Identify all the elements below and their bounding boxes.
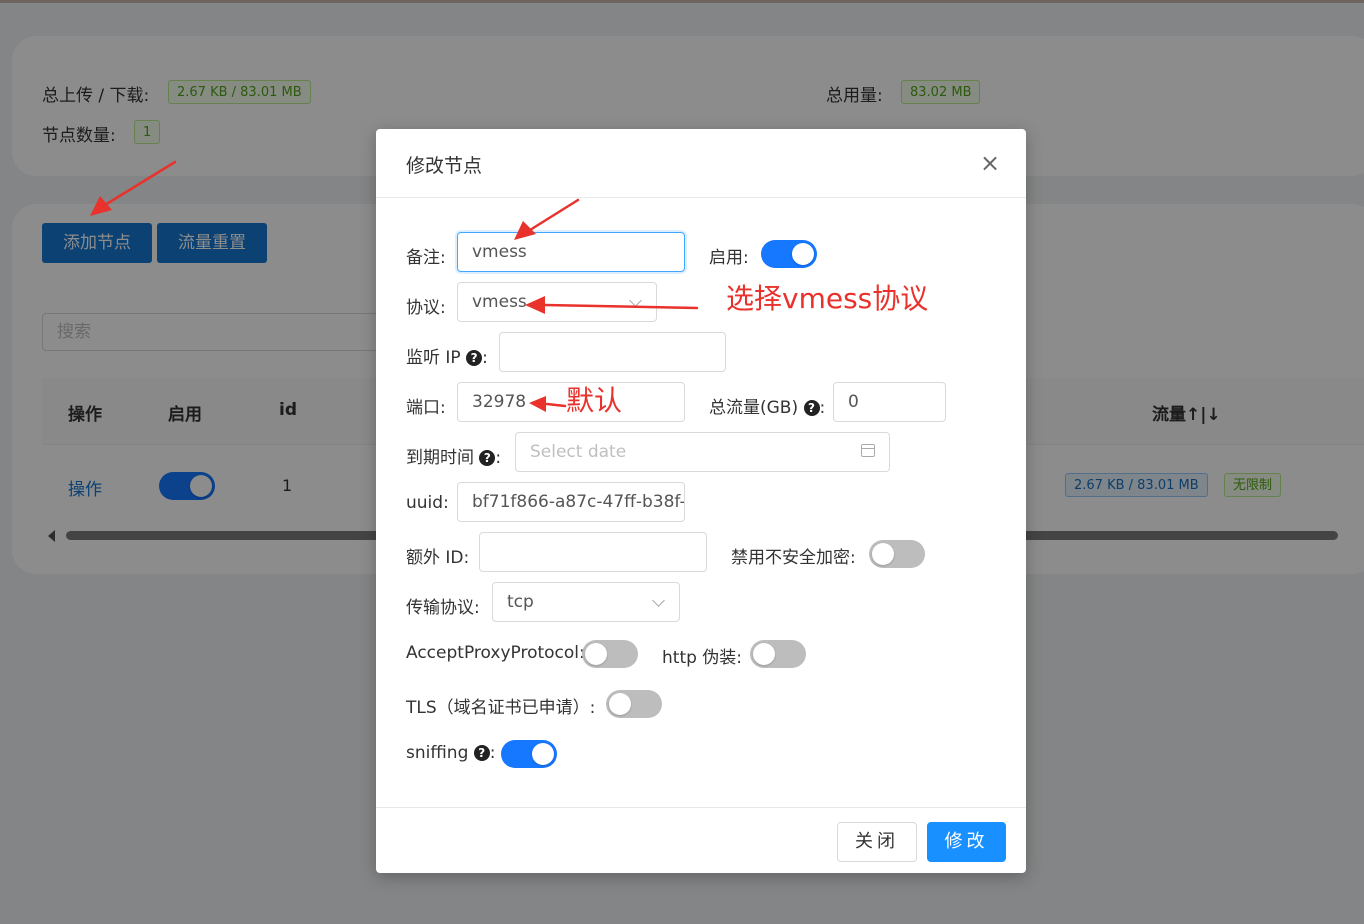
help-icon[interactable]: ? [479,450,496,466]
sniffing-label: sniffing ?: [406,743,496,763]
transport-label: 传输协议: [406,598,480,618]
total-traffic-label: 总流量(GB) ?: [709,398,826,418]
modal-footer: 关闭 修改 [376,807,1026,874]
help-icon[interactable]: ? [466,350,483,366]
modal-header: 修改节点 × [376,129,1026,198]
expire-label: 到期时间 ?: [406,448,502,468]
total-traffic-input[interactable]: 0 [833,382,946,422]
close-icon[interactable]: × [980,151,1000,175]
listen-ip-label: 监听 IP ?: [406,348,488,368]
annotation-select-protocol: 选择vmess协议 [726,282,929,315]
help-icon[interactable]: ? [803,400,820,416]
accept-proxy-switch[interactable] [582,640,638,668]
protocol-select[interactable]: vmess [457,282,657,322]
remark-label: 备注: [406,248,446,268]
annotation-default: 默认 [566,384,623,417]
transport-select[interactable]: tcp [492,582,680,622]
submit-button[interactable]: 修改 [927,822,1006,862]
chevron-down-icon [629,294,642,307]
calendar-icon [861,444,875,457]
remark-input[interactable]: vmess [457,232,685,272]
alter-id-label: 额外 ID: [406,548,470,568]
chevron-down-icon [652,594,665,607]
enable-switch[interactable] [761,240,817,268]
uuid-label: uuid: [406,493,449,513]
transport-value: tcp [507,592,534,612]
uuid-input[interactable]: bf71f866-a87c-47ff-b38f- [457,482,685,522]
sniffing-switch[interactable] [501,740,557,768]
expire-date-picker[interactable]: Select date [515,432,890,472]
close-button[interactable]: 关闭 [837,822,917,862]
accept-proxy-label: AcceptProxyProtocol: [406,643,585,663]
tls-switch[interactable] [606,690,662,718]
help-icon[interactable]: ? [473,745,490,761]
http-camouflage-switch[interactable] [750,640,806,668]
disable-insecure-switch[interactable] [869,540,925,568]
enable-label: 启用: [709,248,749,268]
edit-node-modal: 修改节点 × 备注: vmess 启用: 协议: vmess 监听 IP ?: … [376,129,1026,873]
listen-ip-input[interactable] [499,332,726,372]
port-label: 端口: [406,398,446,418]
protocol-label: 协议: [406,298,446,318]
protocol-value: vmess [472,292,527,312]
tls-label: TLS（域名证书已申请）: [406,698,596,718]
modal-title: 修改节点 [406,155,483,177]
expire-placeholder: Select date [530,442,627,462]
disable-insecure-label: 禁用不安全加密: [731,548,856,568]
http-camouflage-label: http 伪装: [662,648,743,668]
alter-id-input[interactable] [479,532,707,572]
